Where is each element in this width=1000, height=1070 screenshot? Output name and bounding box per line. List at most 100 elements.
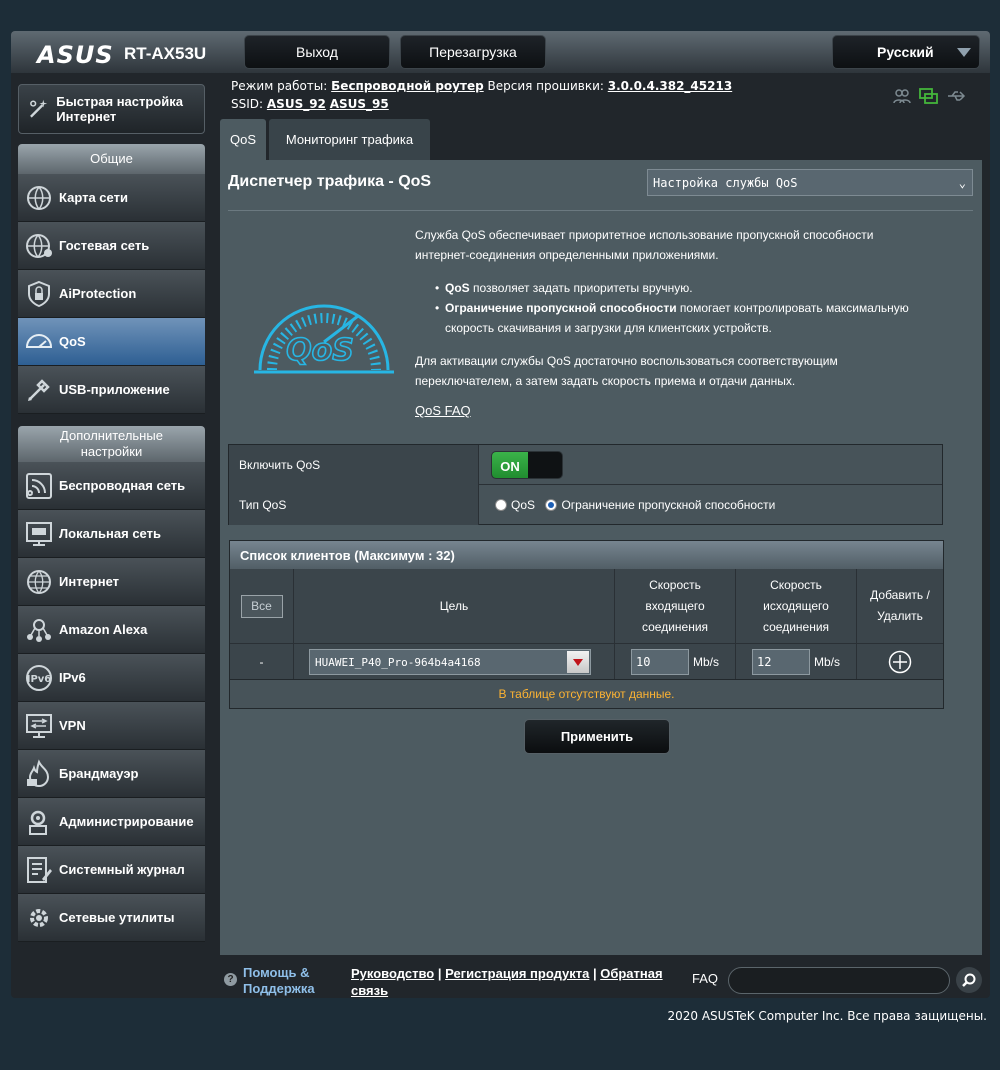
sidebar-item-wireless[interactable]: Беспроводная сеть — [18, 462, 205, 510]
activation-description: Для активации службы QoS достаточно восп… — [415, 354, 838, 388]
sidebar-item-qos[interactable]: QoS — [18, 318, 205, 366]
help-support-label: Помощь & Поддержка — [243, 965, 315, 996]
bullet-qos-bold: QoS — [445, 281, 470, 295]
sidebar-item-label: Amazon Alexa — [59, 622, 148, 637]
sidebar-item-label: Беспроводная сеть — [59, 478, 186, 493]
sidebar-item-label: Локальная сеть — [59, 526, 161, 541]
chevron-down-icon — [957, 48, 971, 57]
download-speed-input[interactable]: 10 — [630, 648, 689, 675]
sidebar-item-syslog[interactable]: Системный журнал — [18, 846, 205, 894]
search-button[interactable] — [956, 967, 982, 993]
device-select-value: HUAWEI_P40_Pro-964b4a4168 — [315, 655, 481, 669]
firmware-link[interactable]: 3.0.0.4.382_45213 — [608, 79, 732, 93]
search-icon — [962, 973, 976, 987]
ssid-1-link[interactable]: ASUS_92 — [267, 97, 326, 111]
firewall-icon — [27, 758, 50, 787]
bullet-qos-text: позволяет задать приоритеты вручную. — [469, 281, 693, 295]
sidebar-item-vpn[interactable]: VPN — [18, 702, 205, 750]
sidebar-item-network-map[interactable]: Карта сети — [18, 174, 205, 222]
row-upload-cell: 12 Mb/s — [736, 643, 857, 679]
ssid-label: SSID: — [231, 97, 264, 111]
sidebar-item-label: IPv6 — [59, 670, 86, 685]
internet-status-icon[interactable] — [918, 87, 940, 105]
service-select[interactable]: Настройка службы QoS ⌄ — [647, 169, 973, 196]
lan-icon — [26, 521, 52, 546]
guest-network-icon — [26, 233, 52, 258]
radio-qos[interactable]: QoS — [495, 498, 535, 512]
advanced-menu: Беспроводная сеть Локальная сеть Интерне… — [18, 462, 205, 942]
upload-unit: Mb/s — [813, 654, 840, 669]
toggle-on-label: ON — [492, 452, 528, 478]
sidebar-item-label: VPN — [59, 718, 86, 733]
sidebar-item-label: Интернет — [59, 574, 120, 589]
sidebar-item-ipv6[interactable]: IPv6 IPv6 — [18, 654, 205, 702]
usb-status-icon[interactable] — [946, 87, 968, 105]
usb-app-icon — [28, 378, 50, 401]
qos-description: Служба QoS обеспечивает приоритетное исп… — [415, 228, 874, 262]
bullet-qos: QoS позволяет задать приоритеты вручную. — [435, 278, 925, 298]
sidebar-item-firewall[interactable]: Брандмауэр — [18, 750, 205, 798]
add-icon[interactable] — [888, 650, 912, 674]
wand-icon — [30, 99, 48, 118]
enable-qos-row: Включить QoS ON — [229, 445, 942, 485]
alexa-icon — [27, 618, 51, 642]
admin-icon — [29, 810, 47, 835]
radio-dot — [495, 499, 507, 511]
ssid-line: SSID: ASUS_92 ASUS_95 — [231, 97, 389, 111]
firmware-label: Версия прошивки: — [487, 79, 604, 93]
tools-icon — [30, 908, 48, 927]
sidebar-item-usb-app[interactable]: USB-приложение — [18, 366, 205, 414]
divider — [228, 210, 973, 211]
select-all-button[interactable]: Все — [240, 594, 283, 618]
tab-qos[interactable]: QoS — [220, 119, 266, 160]
wireless-icon — [26, 472, 52, 499]
radio-bandwidth-limiter[interactable]: Ограничение пропускной способности — [545, 498, 775, 512]
sidebar-item-internet[interactable]: Интернет — [18, 558, 205, 606]
enable-qos-toggle[interactable]: ON — [491, 451, 563, 479]
sidebar-item-label: Системный журнал — [59, 862, 185, 877]
logout-button[interactable]: Выход — [244, 35, 390, 69]
download-unit: Mb/s — [692, 654, 719, 669]
sidebar-item-alexa[interactable]: Amazon Alexa — [18, 606, 205, 654]
qos-icon — [25, 333, 53, 348]
sidebar-item-label: Карта сети — [59, 190, 128, 205]
upload-speed-input[interactable]: 12 — [751, 648, 810, 675]
op-mode-line: Режим работы: Беспроводной роутер Версия… — [231, 79, 732, 93]
col-download: Скорость входящего соединения — [615, 569, 736, 643]
sidebar-item-administration[interactable]: Администрирование — [18, 798, 205, 846]
quick-setup-button[interactable]: Быстрая настройка Интернет — [18, 84, 205, 134]
wan-icon — [27, 569, 51, 594]
qos-logo-text: QoS — [286, 333, 354, 368]
bullet-bandwidth: Ограничение пропускной способности помог… — [435, 298, 925, 338]
radio-dot-selected — [545, 499, 558, 511]
radio-qos-label: QoS — [511, 498, 536, 512]
clients-icon[interactable] — [892, 87, 912, 105]
sidebar-item-guest-network[interactable]: Гостевая сеть — [18, 222, 205, 270]
op-mode-link[interactable]: Беспроводной роутер — [331, 79, 484, 93]
sidebar-item-label: Брандмауэр — [59, 766, 139, 781]
ssid-2-link[interactable]: ASUS_95 — [330, 97, 389, 111]
col-target: Цель — [294, 569, 615, 643]
language-select[interactable]: Русский — [832, 35, 980, 69]
manual-link[interactable]: Руководство — [351, 966, 434, 981]
col-select-all: Все — [230, 569, 294, 643]
sidebar-item-label: QoS — [59, 334, 86, 349]
sidebar-item-aiprotection[interactable]: AiProtection — [18, 270, 205, 318]
sidebar-item-network-tools[interactable]: Сетевые утилиты — [18, 894, 205, 942]
empty-table-message: В таблице отсутствуют данные. — [230, 679, 943, 708]
language-value: Русский — [877, 44, 934, 60]
dropdown-arrow-icon[interactable] — [567, 651, 589, 673]
register-link[interactable]: Регистрация продукта — [445, 966, 589, 981]
sidebar-item-lan[interactable]: Локальная сеть — [18, 510, 205, 558]
apply-button[interactable]: Применить — [524, 719, 670, 754]
bullet-bandwidth-bold: Ограничение пропускной способности — [445, 301, 677, 315]
sidebar-item-label: USB-приложение — [59, 382, 170, 397]
faq-search-input[interactable] — [728, 967, 950, 994]
network-map-icon — [27, 185, 51, 210]
reboot-button[interactable]: Перезагрузка — [400, 35, 546, 69]
tab-traffic-monitor[interactable]: Мониторинг трафика — [269, 119, 430, 160]
advanced-header: Дополнительные настройки — [18, 426, 205, 462]
qos-faq-link[interactable]: QoS FAQ — [415, 403, 471, 418]
device-select[interactable]: HUAWEI_P40_Pro-964b4a4168 — [309, 649, 591, 675]
help-support[interactable]: ? Помощь & Поддержка — [224, 965, 333, 997]
